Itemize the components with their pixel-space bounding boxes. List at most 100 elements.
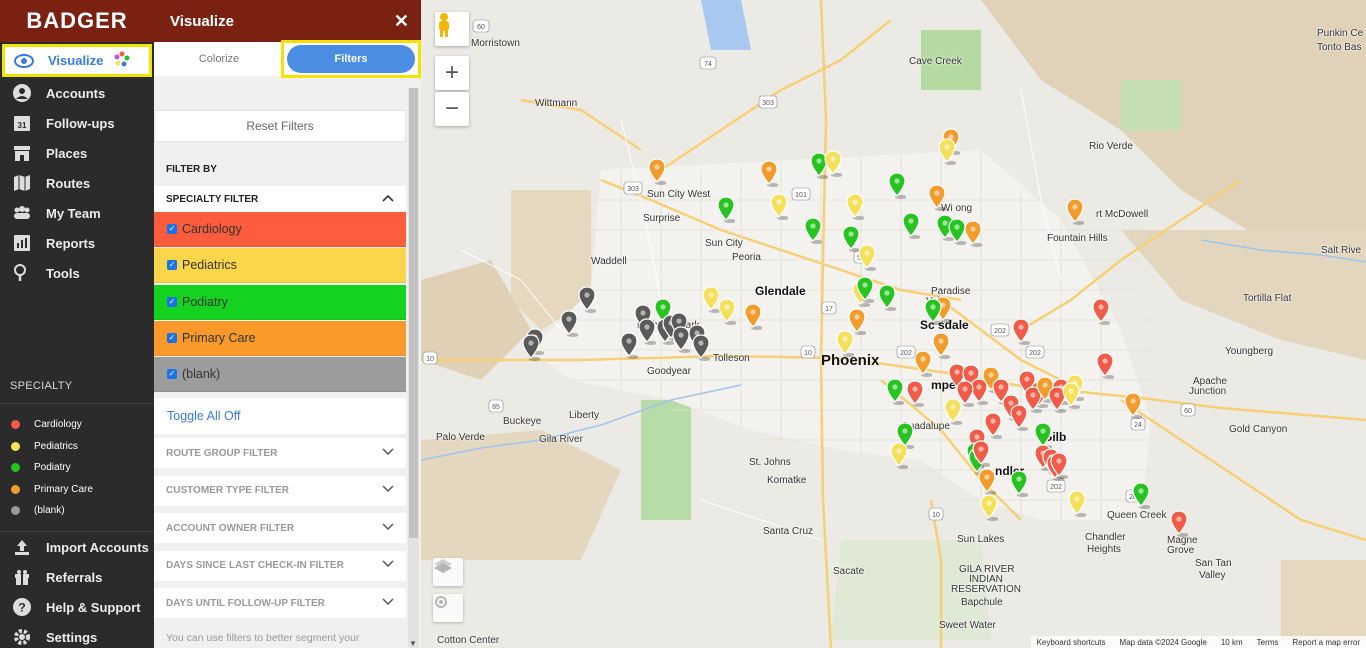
sidebar-item-visualize[interactable]: Visualize (2, 44, 152, 77)
chevron-down-icon[interactable] (382, 597, 394, 609)
map-pin-icon[interactable] (1066, 198, 1084, 226)
chevron-down-icon[interactable] (382, 522, 394, 534)
map-pin-icon[interactable] (638, 318, 656, 346)
map-pin-icon[interactable] (906, 380, 924, 408)
map-pin-icon[interactable] (1012, 318, 1030, 346)
panel-scrollbar[interactable]: ▼ (408, 88, 419, 648)
attribution-item[interactable]: Report a map error (1292, 638, 1360, 647)
map-pin-icon[interactable] (770, 193, 788, 221)
map-pin-icon[interactable] (1124, 392, 1142, 420)
sidebar-item-settings[interactable]: Settings (0, 622, 154, 648)
badger-logo[interactable]: BADGER (0, 0, 154, 42)
zoom-in-button[interactable]: + (435, 56, 469, 90)
map-pin-icon[interactable] (928, 184, 946, 212)
checkbox-checked-icon[interactable]: ✓ (167, 296, 177, 307)
map-pin-icon[interactable] (924, 298, 942, 326)
map-pin-icon[interactable] (648, 158, 666, 186)
map-pin-icon[interactable] (972, 440, 990, 468)
collapsed-filter-header[interactable]: CUSTOMER TYPE FILTER (154, 475, 406, 506)
map-pin-icon[interactable] (804, 217, 822, 245)
collapsed-filter-header[interactable]: DAYS UNTIL FOLLOW-UP FILTER (154, 588, 406, 618)
checkbox-checked-icon[interactable]: ✓ (167, 369, 177, 380)
chevron-down-icon[interactable] (382, 560, 394, 571)
tab-filters-pill[interactable]: Filters (287, 45, 415, 73)
map-pin-icon[interactable] (978, 468, 996, 496)
map-pin-icon[interactable] (932, 332, 950, 360)
map-pin-icon[interactable] (718, 298, 736, 326)
sidebar-item-routes[interactable]: Routes (0, 168, 154, 198)
map-pin-icon[interactable] (846, 193, 864, 221)
map-pin-icon[interactable] (1068, 490, 1086, 518)
map-pin-icon[interactable] (1050, 452, 1068, 480)
chevron-down-icon[interactable] (382, 447, 394, 459)
scroll-down-arrow-icon[interactable]: ▼ (409, 639, 417, 648)
layers-icon[interactable] (433, 558, 463, 586)
specialty-option[interactable]: ✓ (blank) (154, 357, 406, 393)
tab-filters[interactable]: Filters (281, 40, 421, 78)
map-area[interactable]: 60 74 303 303 101 51 10 10 85 17 10 202 … (421, 0, 1366, 648)
map-pin-icon[interactable] (824, 150, 842, 178)
map-pin-icon[interactable] (886, 378, 904, 406)
map-pin-icon[interactable] (858, 244, 876, 272)
map-pin-icon[interactable] (878, 284, 896, 312)
street-view-pegman-icon[interactable] (435, 12, 469, 46)
map-pin-icon[interactable] (902, 212, 920, 240)
sidebar-item-accounts[interactable]: Accounts (0, 78, 154, 108)
collapsed-filter-header[interactable]: ROUTE GROUP FILTER (154, 438, 406, 468)
map-pin-icon[interactable] (980, 494, 998, 522)
sidebar-item-import-accounts[interactable]: Import Accounts (0, 532, 154, 562)
reset-filters-button[interactable]: Reset Filters (154, 110, 406, 142)
chevron-up-icon[interactable] (382, 194, 394, 205)
map-pin-icon[interactable] (578, 286, 596, 314)
map-pin-icon[interactable] (856, 276, 874, 304)
attribution-item[interactable]: Terms (1257, 638, 1279, 647)
map-pin-icon[interactable] (938, 138, 956, 166)
checkbox-checked-icon[interactable]: ✓ (167, 332, 177, 343)
map-pin-icon[interactable] (1092, 298, 1110, 326)
map-pin-icon[interactable] (914, 350, 932, 378)
map-pin-icon[interactable] (744, 303, 762, 331)
tab-colorize[interactable]: Colorize (154, 53, 284, 65)
map-pin-icon[interactable] (760, 160, 778, 188)
map-pin-icon[interactable] (944, 398, 962, 426)
map-pin-icon[interactable] (692, 334, 710, 362)
attribution-item[interactable]: Keyboard shortcuts (1037, 638, 1106, 647)
sidebar-item-tools[interactable]: Tools (0, 258, 154, 288)
close-icon[interactable]: ✕ (394, 11, 409, 32)
specialty-option[interactable]: ✓ Primary Care (154, 320, 406, 356)
map-pin-icon[interactable] (964, 220, 982, 248)
map-pin-icon[interactable] (836, 330, 854, 358)
map-pin-icon[interactable] (1096, 352, 1114, 380)
specialty-filter-header[interactable]: SPECIALTY FILTER (154, 186, 406, 212)
specialty-option[interactable]: ✓ Pediatrics (154, 248, 406, 284)
map-pin-icon[interactable] (1170, 510, 1188, 538)
sidebar-item-help-support[interactable]: ? Help & Support (0, 592, 154, 622)
collapsed-filter-header[interactable]: ACCOUNT OWNER FILTER (154, 513, 406, 543)
sidebar-item-follow-ups[interactable]: 31 Follow-ups (0, 108, 154, 138)
map-pin-icon[interactable] (1062, 382, 1080, 410)
map-pin-icon[interactable] (717, 196, 735, 224)
map-pin-icon[interactable] (1010, 470, 1028, 498)
map-pin-icon[interactable] (890, 442, 908, 470)
sidebar-item-my-team[interactable]: My Team (0, 198, 154, 228)
sidebar-item-reports[interactable]: Reports (0, 228, 154, 258)
zoom-out-button[interactable]: − (435, 92, 469, 126)
scrollbar-thumb[interactable] (409, 88, 418, 538)
map-pin-icon[interactable] (522, 334, 540, 362)
chevron-down-icon[interactable] (382, 485, 394, 496)
sidebar-item-referrals[interactable]: Referrals (0, 562, 154, 592)
map-pin-icon[interactable] (620, 332, 638, 360)
my-location-icon[interactable] (433, 594, 463, 622)
map-pin-icon[interactable] (1010, 404, 1028, 432)
toggle-all-off-link[interactable]: Toggle All Off (154, 398, 406, 434)
collapsed-filter-header[interactable]: DAYS SINCE LAST CHECK-IN FILTER (154, 550, 406, 581)
specialty-option[interactable]: ✓ Podiatry (154, 284, 406, 320)
checkbox-checked-icon[interactable]: ✓ (167, 224, 177, 234)
checkbox-checked-icon[interactable]: ✓ (167, 260, 177, 271)
map-pin-icon[interactable] (984, 412, 1002, 440)
map-pin-icon[interactable] (1132, 482, 1150, 510)
sidebar-item-places[interactable]: Places (0, 138, 154, 168)
specialty-option[interactable]: ✓ Cardiology (154, 212, 406, 247)
map-pin-icon[interactable] (560, 310, 578, 338)
map-pin-icon[interactable] (888, 172, 906, 200)
